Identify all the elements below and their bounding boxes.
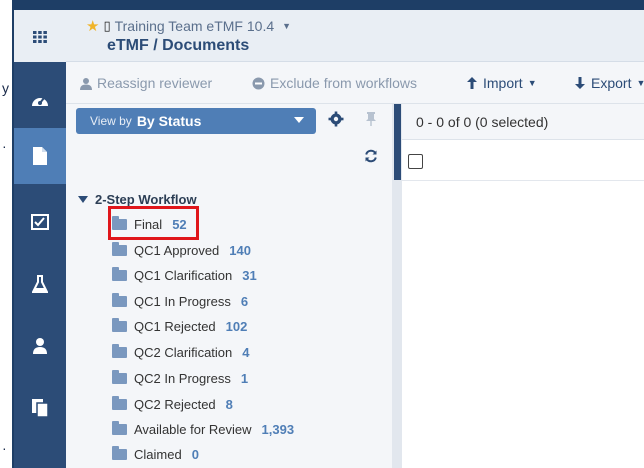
caret-down-icon: [78, 196, 88, 203]
status-node-qc2-rejected[interactable]: QC2 Rejected 8: [112, 396, 233, 412]
status-tree-panel: View by By Status 2-Step Workflow Final …: [66, 104, 392, 468]
folder-icon: [112, 267, 127, 281]
reassign-reviewer-button[interactable]: Reassign reviewer: [80, 75, 212, 91]
document-icon[interactable]: [14, 128, 66, 184]
workflow-group-toggle[interactable]: 2-Step Workflow: [78, 192, 197, 207]
side-nav: [14, 10, 66, 468]
status-node-available-for-review[interactable]: Available for Review 1,393: [112, 421, 294, 437]
folder-icon: [112, 344, 127, 358]
grid-header-row: [402, 140, 644, 181]
app-switcher[interactable]: ★ ▯ Training Team eTMF 10.4 ▼: [86, 17, 291, 35]
select-all-checkbox[interactable]: [408, 154, 423, 169]
star-icon[interactable]: ★: [86, 17, 99, 35]
record-count: 0 - 0 of 0 (0 selected): [416, 114, 549, 130]
status-node-qc1-clarification[interactable]: QC1 Clarification 31: [112, 267, 257, 283]
folder-icon: [112, 421, 127, 435]
chevron-down-icon: [294, 117, 304, 123]
phone-icon: ▯: [103, 18, 111, 33]
grid-body: [402, 181, 644, 468]
grid-icon[interactable]: [14, 10, 66, 62]
status-node-qc2-clarification[interactable]: QC2 Clarification 4: [112, 344, 250, 360]
refresh-icon[interactable]: [364, 149, 378, 166]
app-name: Training Team eTMF 10.4: [114, 18, 275, 34]
status-node-qc1-rejected[interactable]: QC1 Rejected 102: [112, 318, 247, 334]
folder-icon: [112, 242, 127, 256]
status-node-qc2-in-progress[interactable]: QC2 In Progress 1: [112, 370, 248, 386]
copy-icon[interactable]: [14, 380, 66, 436]
page-header: ★ ▯ Training Team eTMF 10.4 ▼ eTMF / Doc…: [66, 10, 644, 62]
minus-circle-icon: [252, 77, 265, 89]
checklist-icon[interactable]: [14, 194, 66, 250]
folder-icon: [112, 396, 127, 410]
user-icon: [80, 77, 92, 90]
toolbar: Reassign reviewer Exclude from workflows…: [66, 62, 644, 104]
splitter-handle[interactable]: [394, 104, 401, 180]
gear-icon[interactable]: [328, 111, 344, 130]
chevron-down-icon[interactable]: ▼: [282, 21, 291, 31]
panel-splitter[interactable]: [392, 104, 402, 468]
status-node-qc1-in-progress[interactable]: QC1 In Progress 6: [112, 293, 248, 309]
export-button[interactable]: Export ▼: [574, 75, 644, 91]
folder-icon: [112, 446, 127, 460]
workflow-group-label: 2-Step Workflow: [95, 192, 197, 207]
status-node-claimed[interactable]: Claimed 0: [112, 446, 199, 462]
background-edge: y · ·: [0, 0, 12, 468]
folder-icon: [112, 370, 127, 384]
exclude-from-workflows-button[interactable]: Exclude from workflows: [252, 75, 417, 91]
grid-status-bar: 0 - 0 of 0 (0 selected): [402, 104, 644, 140]
pin-icon[interactable]: [364, 111, 378, 130]
status-node-qc1-approved[interactable]: QC1 Approved 140: [112, 242, 251, 258]
import-button[interactable]: Import ▼: [466, 75, 537, 91]
dashboard-icon[interactable]: [14, 72, 66, 128]
user-icon[interactable]: [14, 318, 66, 374]
window-frame-top: [12, 0, 644, 10]
chevron-down-icon: ▼: [527, 78, 537, 88]
chevron-down-icon: ▼: [636, 78, 644, 88]
page-title: eTMF / Documents: [107, 37, 250, 54]
view-by-value: By Status: [136, 113, 202, 129]
folder-icon: [112, 318, 127, 332]
highlight-box: [108, 206, 199, 240]
arrow-down-icon: [575, 77, 585, 89]
edge-glyph: ·: [2, 138, 7, 154]
arrow-up-icon: [467, 77, 477, 89]
edge-glyph: ·: [2, 440, 7, 456]
view-by-prefix: View by: [90, 114, 132, 128]
flask-icon[interactable]: [14, 256, 66, 312]
edge-glyph: y: [2, 80, 9, 96]
folder-icon: [112, 293, 127, 307]
view-by-dropdown[interactable]: View by By Status: [76, 108, 316, 134]
